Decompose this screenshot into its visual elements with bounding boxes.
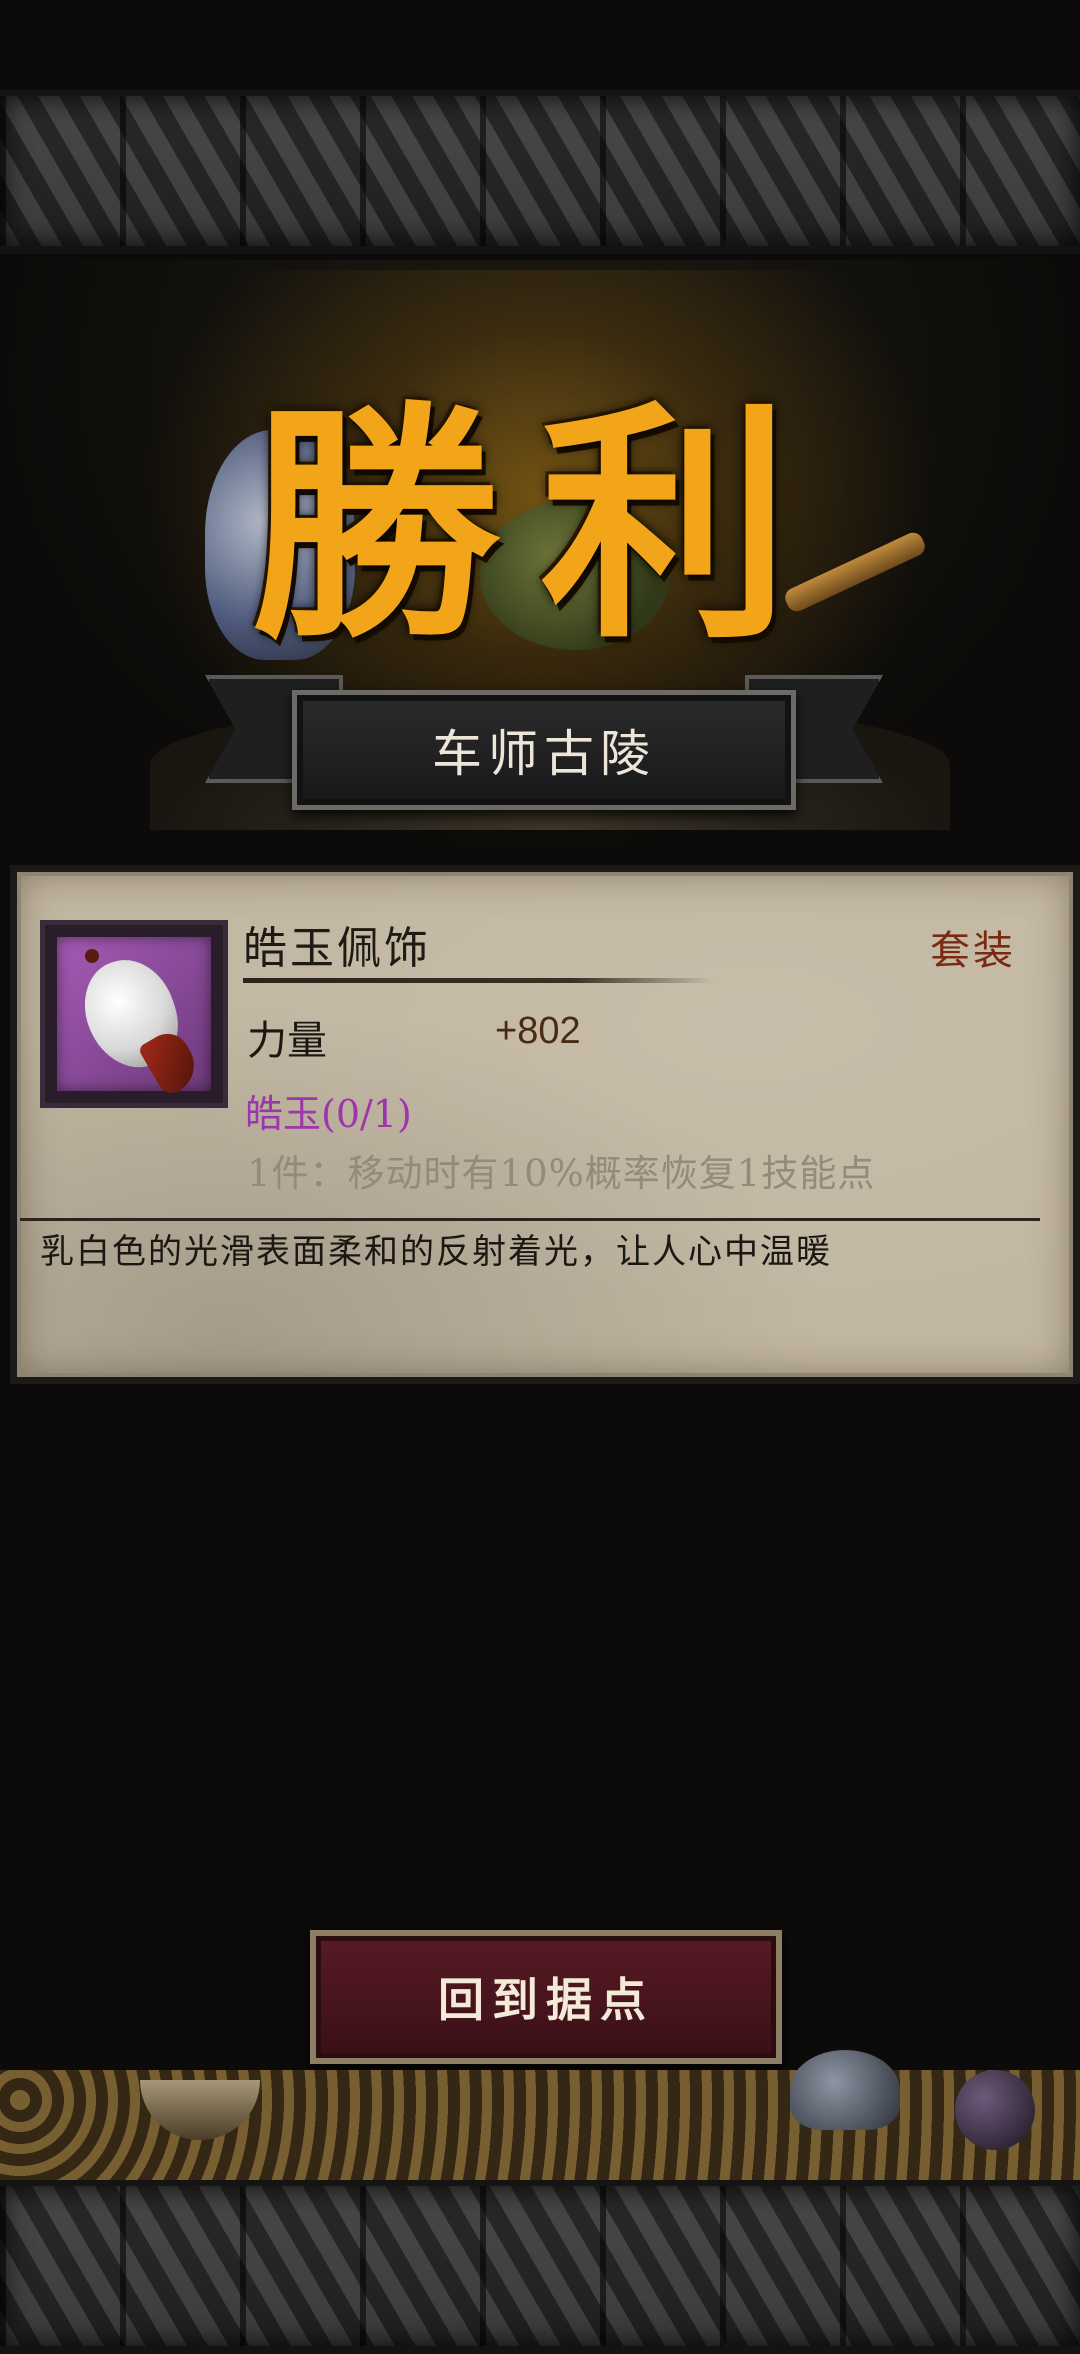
- set-name: 皓玉(0/1): [245, 1092, 412, 1136]
- top-stone-frieze: [0, 90, 1080, 254]
- bead-shape: [85, 949, 99, 963]
- victory-title: 勝利: [250, 378, 830, 672]
- item-name: 皓玉佩饰: [243, 923, 431, 974]
- jade-pendant-icon: [57, 937, 211, 1099]
- item-description: 乳白色的光滑表面柔和的反射着光，让人心中温暖: [40, 1232, 832, 1272]
- location-banner: 车师古陵: [292, 690, 796, 810]
- orb-icon: [955, 2070, 1035, 2150]
- return-to-base-button[interactable]: 回到据点: [310, 1930, 782, 2064]
- bottom-stone-frieze: [0, 2180, 1080, 2354]
- stat-value: +802: [495, 1010, 581, 1052]
- set-tag: 套装: [930, 928, 1016, 974]
- location-name: 车师古陵: [432, 725, 656, 783]
- stat-label: 力量: [247, 1018, 327, 1064]
- set-bonus-text: 1件：移动时有10%概率恢复1技能点: [247, 1152, 876, 1195]
- card-divider: [20, 1218, 1040, 1221]
- return-button-label: 回到据点: [438, 1973, 654, 2027]
- helmet-icon: [790, 2050, 900, 2130]
- item-icon-frame[interactable]: [40, 920, 228, 1108]
- item-name-underline: [243, 978, 713, 983]
